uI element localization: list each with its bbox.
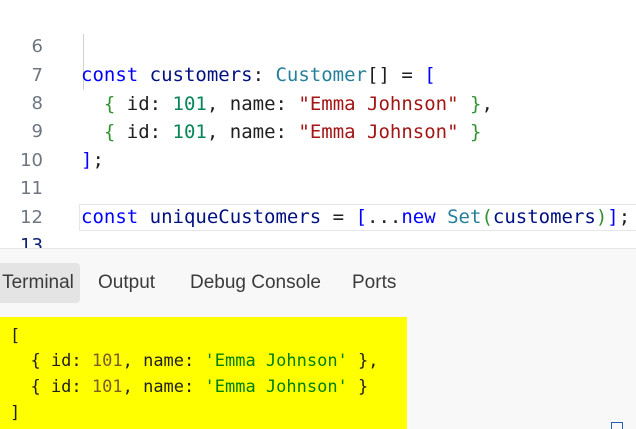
code-token: , name: — [122, 351, 205, 371]
code-line[interactable]: 11 const uniqueCustomers = [...new Set(c… — [0, 147, 636, 228]
tab-debug-console[interactable]: Debug Console — [190, 263, 321, 303]
code-token: { id: — [10, 377, 92, 397]
code-line[interactable]: 7 { id: 101, name: "Emma Johnson" }, — [0, 34, 636, 115]
bottom-panel: Terminal Output Debug Console Ports [ { … — [0, 249, 636, 429]
code-editor[interactable]: 6 const customers: Customer[] = [ 7 { id… — [0, 0, 636, 285]
code-token: 101 — [91, 377, 123, 397]
terminal-line: { id: 101, name: 'Emma Johnson' } — [10, 374, 368, 400]
code-token: ] — [10, 403, 21, 423]
tab-output[interactable]: Output — [98, 263, 155, 303]
code-line[interactable]: 9 ]; — [0, 90, 636, 171]
terminal-line: [ — [10, 323, 20, 349]
code-token: }, — [347, 351, 379, 371]
code-token: 'Emma Johnson' — [204, 377, 348, 397]
terminal-output-highlight[interactable]: [ { id: 101, name: 'Emma Johnson' }, { i… — [0, 317, 407, 429]
maximize-icon[interactable] — [611, 422, 623, 429]
terminal-line: ] — [10, 400, 20, 426]
tab-terminal[interactable]: Terminal — [0, 263, 80, 303]
tab-ports[interactable]: Ports — [352, 263, 396, 303]
code-line[interactable]: 10 — [0, 119, 636, 171]
code-line[interactable]: 12 — [0, 176, 636, 228]
code-token: } — [347, 377, 369, 397]
code-token: { id: — [10, 351, 92, 371]
code-token: 101 — [91, 351, 123, 371]
code-line[interactable]: 6 const customers: Customer[] = [ — [0, 5, 636, 86]
code-line-current[interactable]: 13 console.log(uniqueCustomers); — [0, 204, 636, 285]
code-token: [ — [10, 326, 21, 346]
code-line[interactable]: 8 { id: 101, name: "Emma Johnson" } — [0, 62, 636, 143]
code-token: , name: — [122, 377, 205, 397]
terminal-line: { id: 101, name: 'Emma Johnson' }, — [10, 348, 379, 374]
code-token: 'Emma Johnson' — [204, 351, 348, 371]
